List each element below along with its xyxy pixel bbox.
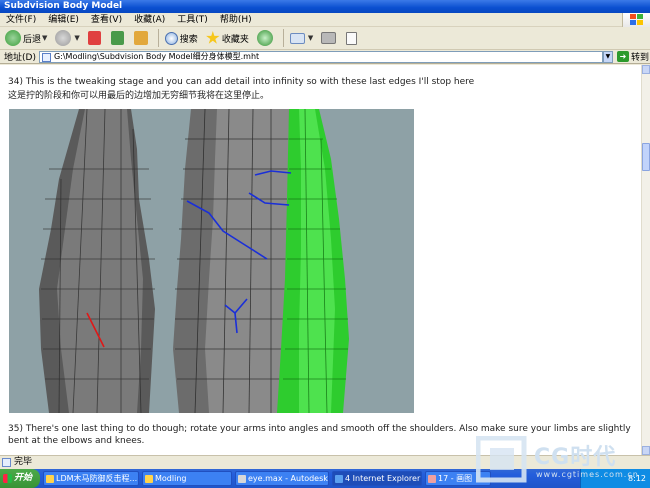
toolbar: 后退 ▼ ▼ 搜索 收藏夹 ▼: [0, 27, 650, 50]
page-content: 34) This is the tweaking stage and you c…: [0, 65, 641, 455]
app-icon: [46, 475, 54, 483]
stop-icon: [87, 31, 101, 45]
ie-icon: [335, 475, 343, 483]
address-bar: 地址(D) G:\Modling\Subdvision Body Model细分…: [0, 50, 650, 64]
star-icon: [206, 31, 220, 44]
scroll-up-button[interactable]: [642, 65, 650, 74]
go-label: 转到: [630, 53, 649, 63]
favorites-button[interactable]: 收藏夹: [203, 28, 252, 48]
start-label: 开始: [14, 473, 33, 483]
status-text: 完毕: [14, 457, 33, 467]
history-icon: [256, 30, 273, 46]
back-button[interactable]: 后退 ▼: [2, 28, 50, 48]
step-34-chinese: 这是拧的阶段和你可以用最后的边增加无穷细节我将在这里停止。: [8, 91, 270, 101]
windows-logo-icon: [622, 13, 650, 27]
step-34-english: 34) This is the tweaking stage and you c…: [8, 77, 475, 87]
back-arrow-icon: [5, 30, 21, 46]
history-button[interactable]: [254, 28, 278, 48]
watermark-brand: CG时代: [534, 445, 617, 470]
cg-logo-icon: [475, 435, 527, 483]
start-button[interactable]: 开始: [0, 469, 40, 488]
menu-favorites[interactable]: 收藏(A): [128, 13, 171, 26]
menu-file[interactable]: 文件(F): [0, 13, 42, 26]
cg-times-watermark: CG时代 www.cgtimes.com.cn: [475, 435, 646, 486]
watermark-url: www.cgtimes.com.cn: [536, 470, 639, 479]
task-internet-explorer[interactable]: 4 Internet Explorer: [332, 471, 422, 486]
stop-button[interactable]: [85, 28, 106, 48]
chevron-down-icon: ▼: [74, 34, 80, 42]
menu-bar: 文件(F) 编辑(E) 查看(V) 收藏(A) 工具(T) 帮助(H): [0, 13, 650, 27]
menu-help[interactable]: 帮助(H): [214, 13, 258, 26]
mail-button[interactable]: ▼: [287, 28, 316, 48]
forward-button[interactable]: ▼: [52, 28, 82, 48]
windows-flag-icon: [3, 474, 12, 483]
address-input[interactable]: G:\Modling\Subdvision Body Model细分身体模型.m…: [38, 50, 603, 63]
scroll-thumb[interactable]: [642, 143, 650, 171]
task-3dsmax[interactable]: eye.max - Autodesk 3...: [235, 471, 329, 486]
home-icon: [133, 31, 148, 45]
max-icon: [238, 475, 246, 483]
task-ldm[interactable]: LDM木马防御反击程...: [43, 471, 139, 486]
vertical-scrollbar[interactable]: [641, 65, 650, 455]
address-label: 地址(D): [4, 53, 36, 63]
edit-button[interactable]: [343, 28, 362, 48]
menu-edit[interactable]: 编辑(E): [42, 13, 85, 26]
address-dropdown-button[interactable]: ▼: [602, 50, 613, 63]
favorites-label: 收藏夹: [221, 34, 249, 45]
window-title-bar: Subdvision Body Model: [0, 0, 650, 13]
refresh-button[interactable]: [108, 28, 129, 48]
go-arrow-icon: ➜: [616, 51, 629, 62]
menu-view[interactable]: 查看(V): [85, 13, 128, 26]
print-button[interactable]: [318, 28, 341, 48]
toolbar-divider: [282, 29, 284, 47]
forward-arrow-icon: [55, 30, 72, 46]
address-value: G:\Modling\Subdvision Body Model细分身体模型.m…: [53, 51, 260, 61]
search-button[interactable]: 搜索: [162, 28, 201, 48]
refresh-icon: [110, 31, 124, 45]
menu-tools[interactable]: 工具(T): [171, 13, 214, 26]
window-title: Subdvision Body Model: [4, 1, 123, 11]
chevron-down-icon: ▼: [42, 34, 48, 42]
mail-icon: [289, 32, 305, 44]
page-icon: [41, 52, 51, 62]
search-icon: [164, 31, 178, 45]
toolbar-divider: [157, 29, 159, 47]
page-done-icon: [2, 458, 11, 467]
search-label: 搜索: [179, 34, 198, 45]
back-label: 后退: [23, 34, 42, 45]
body-model-render: [9, 109, 414, 413]
task-modling[interactable]: Modling: [142, 471, 232, 486]
chevron-down-icon: ▼: [307, 34, 314, 42]
paint-icon: [428, 475, 436, 483]
folder-icon: [145, 475, 153, 483]
home-button[interactable]: [131, 28, 153, 48]
printer-icon: [321, 32, 337, 44]
edit-document-icon: [346, 31, 358, 45]
go-button[interactable]: ➜ 转到: [616, 50, 649, 63]
